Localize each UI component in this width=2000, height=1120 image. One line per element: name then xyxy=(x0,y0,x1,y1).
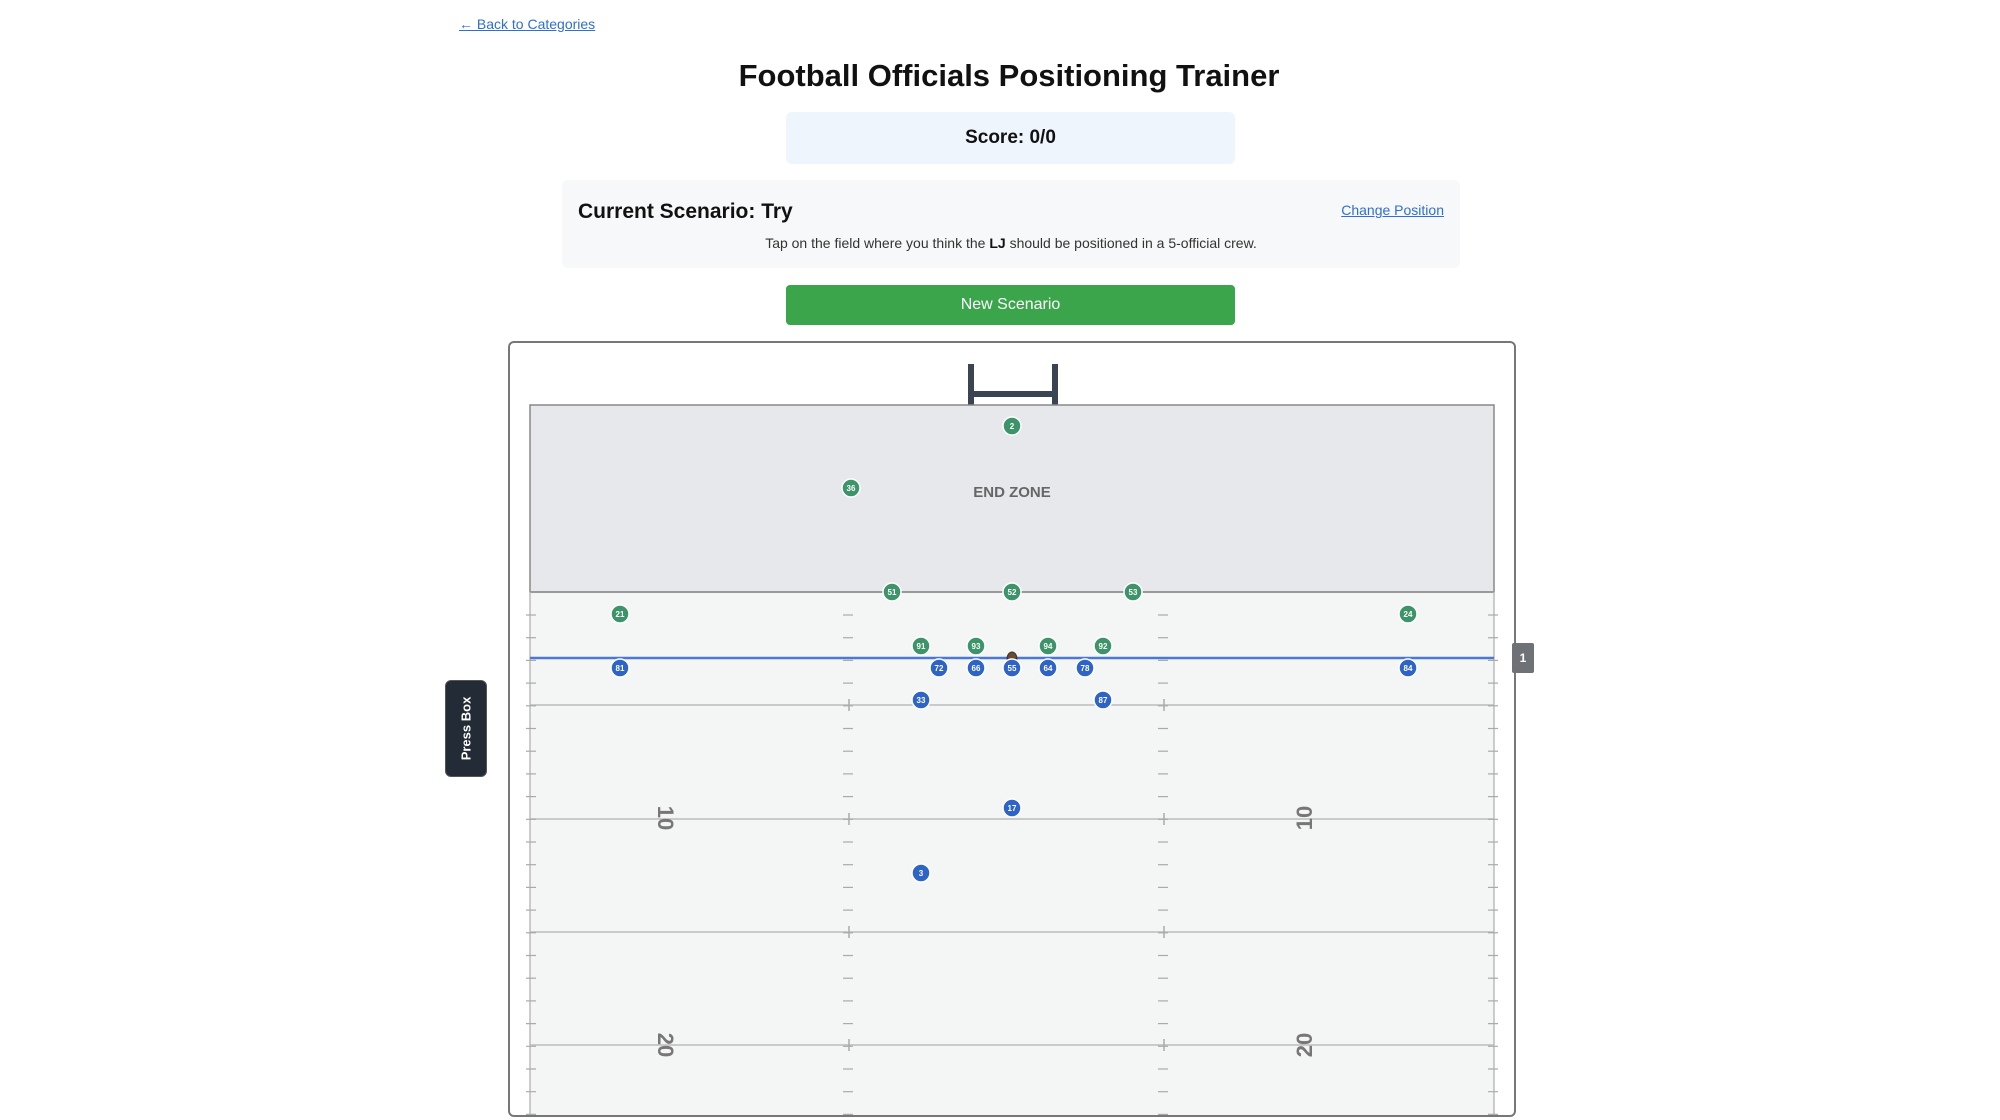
yard-number-10-left: 10 xyxy=(653,806,678,830)
defense-player-number: 36 xyxy=(847,484,856,493)
page-title: Football Officials Positioning Trainer xyxy=(738,58,1280,93)
press-box-text: Press Box xyxy=(458,696,474,761)
defense-player-number: 2 xyxy=(1010,422,1015,431)
offense-player-number: 84 xyxy=(1404,664,1413,673)
offense-player-78: 78 xyxy=(1075,658,1095,678)
offense-player-number: 17 xyxy=(1008,804,1017,813)
change-position-link[interactable]: Change Position xyxy=(1341,202,1444,218)
yard-number-20-left: 20 xyxy=(653,1033,678,1057)
defense-player-53: 53 xyxy=(1123,582,1143,602)
defense-player-number: 53 xyxy=(1129,588,1138,597)
defense-player-number: 93 xyxy=(972,642,981,651)
defense-player-number: 94 xyxy=(1044,642,1053,651)
yard-number-20-right: 20 xyxy=(1292,1033,1317,1057)
press-box-label: Press Box xyxy=(445,680,487,777)
back-to-categories-link[interactable]: ← Back to Categories xyxy=(459,16,595,32)
instruction-suffix: should be positioned in a 5-official cre… xyxy=(1005,235,1257,251)
offense-player-55: 55 xyxy=(1002,658,1022,678)
defense-player-91: 91 xyxy=(911,636,931,656)
offense-player-72: 72 xyxy=(929,658,949,678)
defense-player-number: 51 xyxy=(888,588,897,597)
offense-player-number: 33 xyxy=(917,696,926,705)
offense-player-81: 81 xyxy=(610,658,630,678)
target-position: LJ xyxy=(989,235,1006,251)
offense-player-number: 64 xyxy=(1044,664,1053,673)
goalpost xyxy=(968,364,1058,406)
offense-player-number: 81 xyxy=(616,664,625,673)
offense-player-number: 55 xyxy=(1008,664,1017,673)
scenario-instruction: Tap on the field where you think the LJ … xyxy=(562,235,1460,251)
defense-player-94: 94 xyxy=(1038,636,1058,656)
offense-player-33: 33 xyxy=(911,690,931,710)
defense-player-number: 21 xyxy=(616,610,625,619)
score-display: Score: 0/0 xyxy=(786,112,1235,164)
defense-player-93: 93 xyxy=(966,636,986,656)
defense-player-52: 52 xyxy=(1002,582,1022,602)
offense-player-number: 3 xyxy=(919,869,924,878)
end-zone-label: END ZONE xyxy=(973,484,1051,501)
defense-player-21: 21 xyxy=(610,604,630,624)
defense-player-24: 24 xyxy=(1398,604,1418,624)
offense-player-number: 78 xyxy=(1081,664,1090,673)
football-field[interactable]: END ZONE 10 10 20 20 2 36 51 52 53 21 24 91 93 94… xyxy=(510,343,1514,1115)
offense-player-64: 64 xyxy=(1038,658,1058,678)
scenario-card: Current Scenario: Try Change Position Ta… xyxy=(562,180,1460,268)
offense-player-number: 72 xyxy=(935,664,944,673)
down-marker: 1 xyxy=(1512,643,1534,673)
defense-player-number: 91 xyxy=(917,642,926,651)
defense-player-2: 2 xyxy=(1002,416,1022,436)
offense-player-number: 66 xyxy=(972,664,981,673)
defense-player-number: 24 xyxy=(1404,610,1413,619)
scenario-title: Current Scenario: Try xyxy=(578,200,793,223)
offense-player-84: 84 xyxy=(1398,658,1418,678)
offense-player-87: 87 xyxy=(1093,690,1113,710)
defense-player-number: 92 xyxy=(1099,642,1108,651)
new-scenario-button[interactable]: New Scenario xyxy=(786,285,1235,325)
defense-player-36: 36 xyxy=(841,478,861,498)
offense-player-3: 3 xyxy=(911,863,931,883)
defense-player-51: 51 xyxy=(882,582,902,602)
instruction-prefix: Tap on the field where you think the xyxy=(765,235,990,251)
field-frame[interactable]: END ZONE 10 10 20 20 2 36 51 52 53 21 24 91 93 94… xyxy=(508,341,1516,1117)
offense-player-17: 17 xyxy=(1002,798,1022,818)
offense-player-number: 87 xyxy=(1099,696,1108,705)
offense-player-66: 66 xyxy=(966,658,986,678)
defense-player-number: 52 xyxy=(1008,588,1017,597)
defense-player-92: 92 xyxy=(1093,636,1113,656)
yard-number-10-right: 10 xyxy=(1292,806,1317,830)
